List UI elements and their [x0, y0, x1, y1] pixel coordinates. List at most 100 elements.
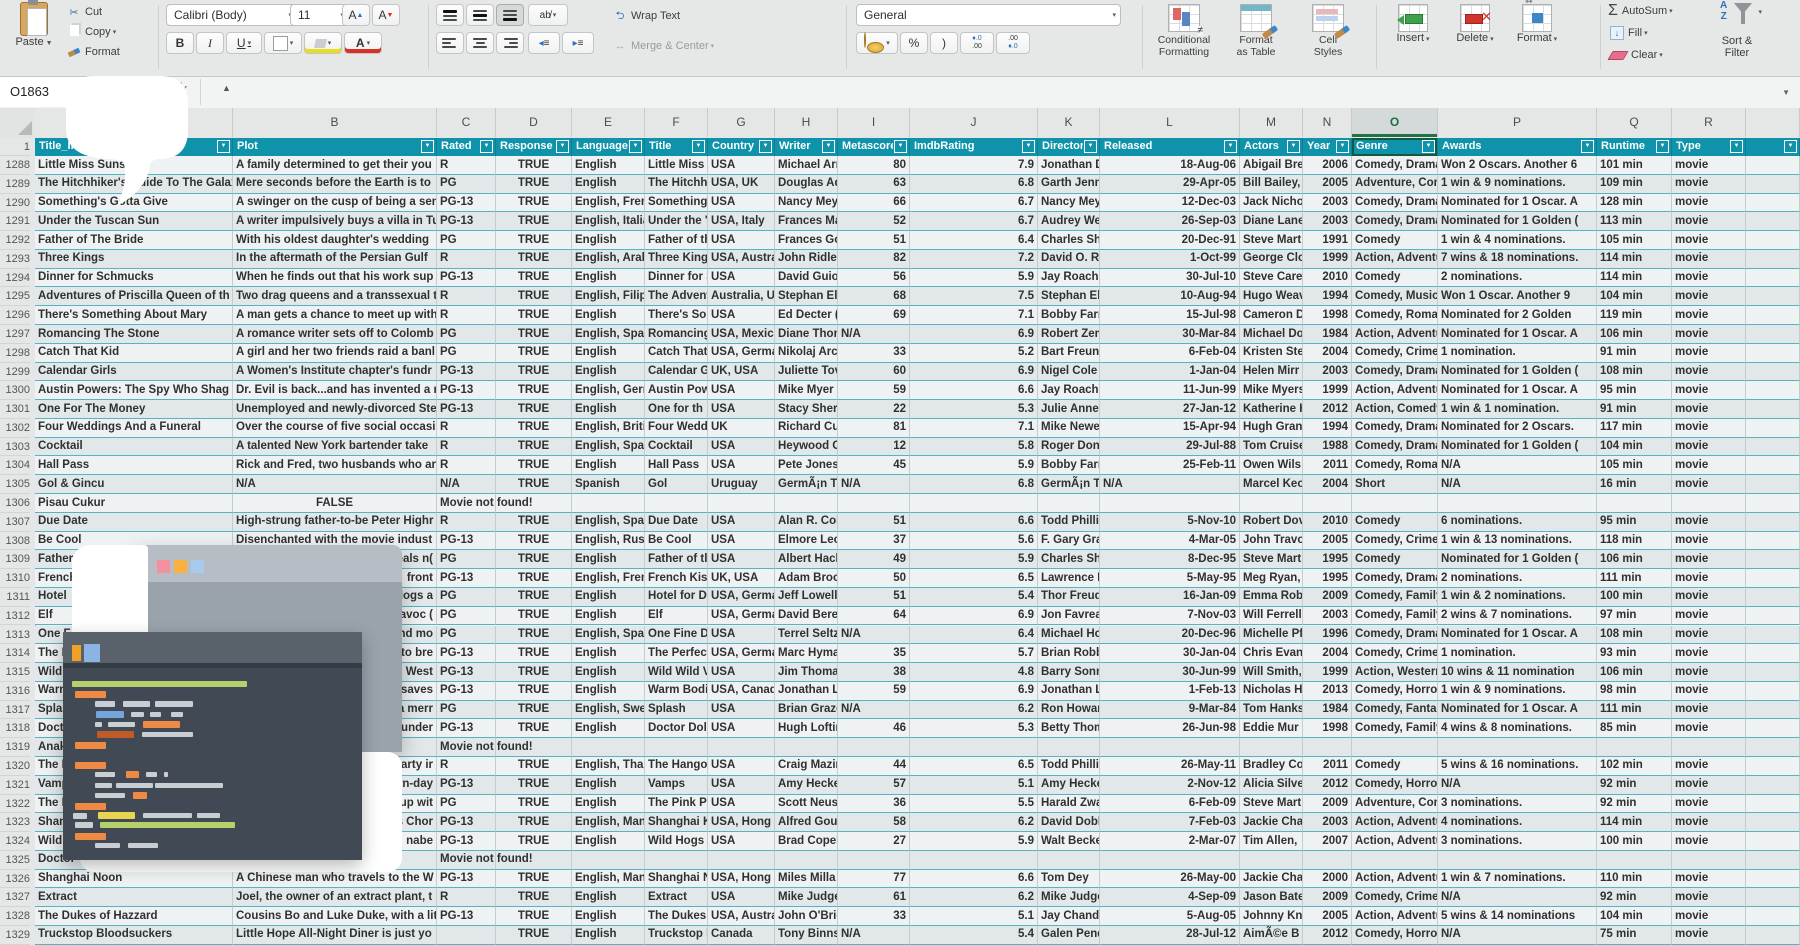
- cell-D1288[interactable]: TRUE: [496, 156, 572, 175]
- filter-dropdown-D[interactable]: ▼: [556, 140, 569, 153]
- cell-D1320[interactable]: TRUE: [496, 757, 572, 776]
- column-header-J[interactable]: J: [910, 108, 1038, 137]
- cell-N1288[interactable]: 2006: [1303, 156, 1352, 175]
- cell-A1288[interactable]: Little Miss Sunshine: [35, 156, 233, 175]
- cell-I1307[interactable]: 51: [838, 513, 910, 532]
- row-number[interactable]: 1316: [0, 682, 30, 701]
- cell-J1301[interactable]: 5.3: [910, 400, 1038, 419]
- cell-Q1318[interactable]: 85 min: [1597, 719, 1672, 738]
- cell-L1328[interactable]: 5-Aug-05: [1100, 907, 1240, 926]
- cell-P1308[interactable]: 1 win & 13 nominations.: [1438, 532, 1597, 551]
- cell-H1295[interactable]: Stephan Ell: [775, 287, 838, 306]
- cell-D1314[interactable]: TRUE: [496, 644, 572, 663]
- row-number[interactable]: 1296: [0, 306, 30, 325]
- cell-G1323[interactable]: USA, Hong K: [708, 813, 775, 832]
- cell-N1300[interactable]: 1999: [1303, 381, 1352, 400]
- row-number[interactable]: 1294: [0, 269, 30, 288]
- cell-G1297[interactable]: USA, Mexico: [708, 325, 775, 344]
- cell-S1308[interactable]: [1746, 532, 1800, 551]
- cell-E1317[interactable]: English, Swed: [572, 701, 645, 720]
- cell-N1320[interactable]: 2011: [1303, 757, 1352, 776]
- cell-N1295[interactable]: 1994: [1303, 287, 1352, 306]
- cell-S1328[interactable]: [1746, 907, 1800, 926]
- cell-H1327[interactable]: Mike Judge: [775, 888, 838, 907]
- row-number[interactable]: 1319: [0, 738, 30, 757]
- cell-R1288[interactable]: movie: [1672, 156, 1746, 175]
- cell-H1319[interactable]: [775, 738, 838, 757]
- cell-E1301[interactable]: English: [572, 400, 645, 419]
- cell-J1327[interactable]: 6.2: [910, 888, 1038, 907]
- row-number[interactable]: 1306: [0, 494, 30, 513]
- cell-Q1307[interactable]: 95 min: [1597, 513, 1672, 532]
- filter-dropdown-B[interactable]: ▼: [421, 140, 434, 153]
- cell-C1318[interactable]: PG-13: [437, 719, 496, 738]
- row-number[interactable]: 1304: [0, 456, 30, 475]
- cell-C1326[interactable]: PG-13: [437, 870, 496, 889]
- cell-O1303[interactable]: Comedy, Drama,: [1352, 438, 1438, 457]
- cell-D1326[interactable]: TRUE: [496, 870, 572, 889]
- cell-D1309[interactable]: TRUE: [496, 550, 572, 569]
- cell-D1296[interactable]: TRUE: [496, 306, 572, 325]
- cell-H1289[interactable]: Douglas Ad: [775, 175, 838, 194]
- cell-B1327[interactable]: Joel, the owner of an extract plant, t: [233, 888, 437, 907]
- cell-C1328[interactable]: PG-13: [437, 907, 496, 926]
- cell-E1302[interactable]: English, Britisl: [572, 419, 645, 438]
- cell-F1302[interactable]: Four Wedd: [645, 419, 708, 438]
- cell-N1322[interactable]: 2009: [1303, 795, 1352, 814]
- cell-K1326[interactable]: Tom Dey: [1038, 870, 1100, 889]
- cell-D1313[interactable]: TRUE: [496, 626, 572, 645]
- percent-format-button[interactable]: %: [900, 32, 928, 54]
- cell-O1294[interactable]: Comedy: [1352, 269, 1438, 288]
- cell-K1289[interactable]: Garth Jennin: [1038, 175, 1100, 194]
- browser-window-titlebar[interactable]: [133, 545, 402, 582]
- cell-L1297[interactable]: 30-Mar-84: [1100, 325, 1240, 344]
- cell-M1307[interactable]: Robert Dov: [1240, 513, 1303, 532]
- cell-J1296[interactable]: 7.1: [910, 306, 1038, 325]
- filter-dropdown-I[interactable]: ▼: [894, 140, 907, 153]
- cell-styles-button[interactable]: CellStyles: [1292, 4, 1364, 58]
- cell-E1298[interactable]: English: [572, 344, 645, 363]
- cell-M1299[interactable]: Helen Mirr: [1240, 363, 1303, 382]
- cell-C1321[interactable]: PG-13: [437, 776, 496, 795]
- cell-K1295[interactable]: Stephan Ellic: [1038, 287, 1100, 306]
- cell-S1321[interactable]: [1746, 776, 1800, 795]
- cell-D1312[interactable]: TRUE: [496, 607, 572, 626]
- cell-Q1314[interactable]: 93 min: [1597, 644, 1672, 663]
- column-header-I[interactable]: I: [838, 108, 910, 137]
- cell-P1325[interactable]: [1438, 851, 1597, 870]
- row-number[interactable]: 1315: [0, 663, 30, 682]
- row-number[interactable]: 1: [0, 138, 30, 156]
- cell-F1326[interactable]: Shanghai N: [645, 870, 708, 889]
- cell-D1318[interactable]: TRUE: [496, 719, 572, 738]
- cell-P1322[interactable]: 3 nominations.: [1438, 795, 1597, 814]
- cell-Q1294[interactable]: 114 min: [1597, 269, 1672, 288]
- cell-F1315[interactable]: Wild Wild V: [645, 663, 708, 682]
- currency-format-button[interactable]: ▾: [856, 32, 898, 54]
- cell-N1313[interactable]: 1996: [1303, 626, 1352, 645]
- cell-E1318[interactable]: English: [572, 719, 645, 738]
- row-number[interactable]: 1321: [0, 776, 30, 795]
- cell-S1289[interactable]: [1746, 175, 1800, 194]
- cell-F1297[interactable]: Romancing: [645, 325, 708, 344]
- row-number[interactable]: 1290: [0, 194, 30, 213]
- cell-L1289[interactable]: 29-Apr-05: [1100, 175, 1240, 194]
- cell-M1290[interactable]: Jack Nichol: [1240, 194, 1303, 213]
- cell-L1322[interactable]: 6-Feb-09: [1100, 795, 1240, 814]
- cell-E1329[interactable]: English: [572, 926, 645, 945]
- cell-J1310[interactable]: 6.5: [910, 569, 1038, 588]
- row-number[interactable]: 1303: [0, 438, 30, 457]
- cell-J1326[interactable]: 6.6: [910, 870, 1038, 889]
- cell-S1325[interactable]: [1746, 851, 1800, 870]
- insert-cells-button[interactable]: Insert▾: [1382, 4, 1444, 44]
- cell-I1310[interactable]: 50: [838, 569, 910, 588]
- cell-H1309[interactable]: Albert Hack: [775, 550, 838, 569]
- cell-N1321[interactable]: 2012: [1303, 776, 1352, 795]
- cell-D1328[interactable]: TRUE: [496, 907, 572, 926]
- cell-O1300[interactable]: Action, Adventur: [1352, 381, 1438, 400]
- filter-dropdown-A[interactable]: ▼: [217, 140, 230, 153]
- cell-P1312[interactable]: 2 wins & 7 nominations.: [1438, 607, 1597, 626]
- cell-C1322[interactable]: PG: [437, 795, 496, 814]
- cell-M1311[interactable]: Emma Rob: [1240, 588, 1303, 607]
- cell-O1288[interactable]: Comedy, Drama: [1352, 156, 1438, 175]
- cell-R1317[interactable]: movie: [1672, 701, 1746, 720]
